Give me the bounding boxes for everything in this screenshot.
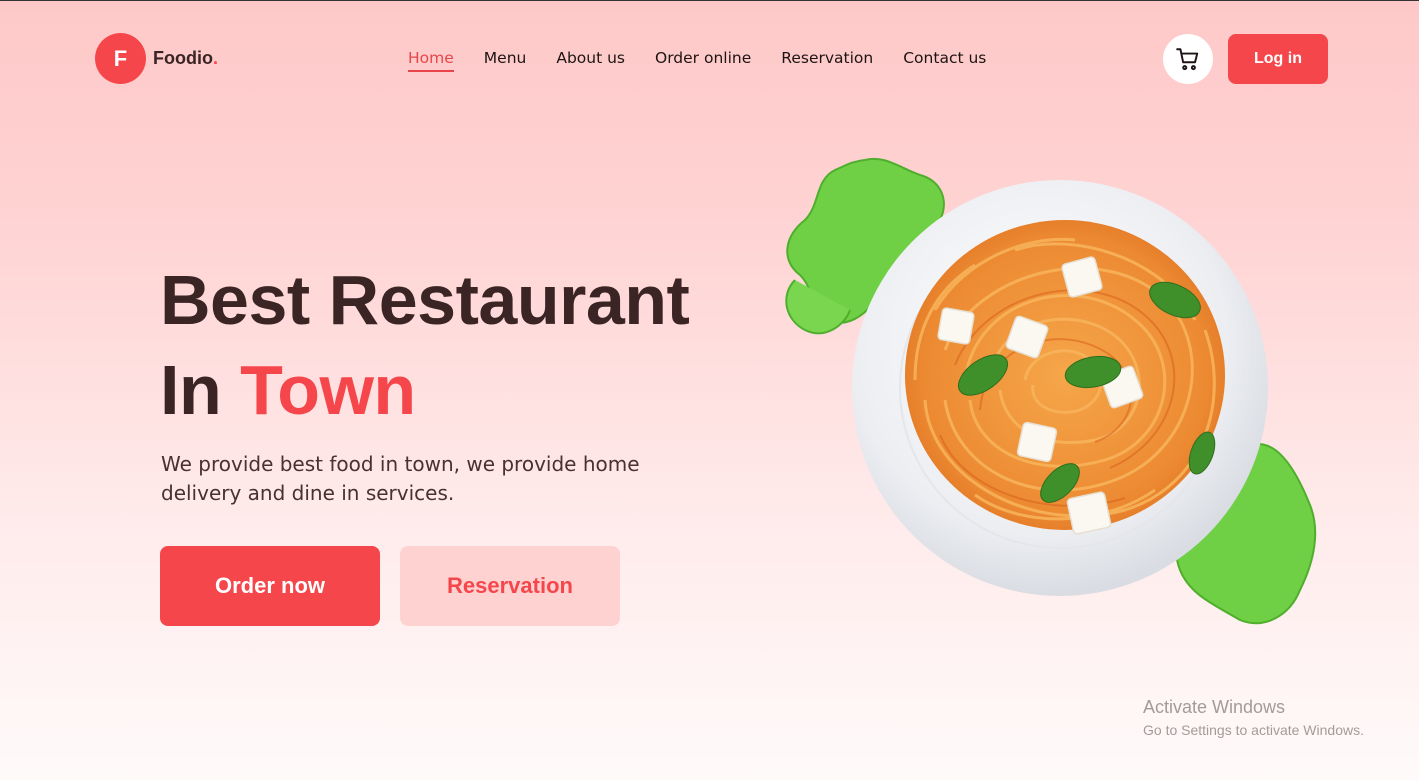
cart-button[interactable] xyxy=(1163,34,1213,84)
brand-name-text: Foodio xyxy=(153,48,213,68)
brand-name-dot: . xyxy=(212,48,218,68)
nav-item-menu[interactable]: Menu xyxy=(484,49,527,72)
hero-title-line2-prefix: In xyxy=(160,351,241,429)
nav-item-reservation[interactable]: Reservation xyxy=(781,49,873,72)
logo-badge: F xyxy=(95,33,146,84)
nav-item-order-online[interactable]: Order online xyxy=(655,49,751,72)
brand-name: Foodio. xyxy=(153,48,218,69)
window-top-border xyxy=(0,0,1419,1)
spaghetti-plate-image xyxy=(785,157,1317,625)
nav-item-about-us[interactable]: About us xyxy=(556,49,625,72)
nav-item-home[interactable]: Home xyxy=(408,49,454,72)
hero-title-accent: Town xyxy=(240,351,416,429)
hero-description: We provide best food in town, we provide… xyxy=(161,452,640,505)
watermark-subtitle: Go to Settings to activate Windows. xyxy=(1143,722,1364,738)
hero-title-line1: Best Restaurant xyxy=(160,261,690,339)
hero-title: Best Restaurant In Town xyxy=(160,255,690,435)
main-nav: Home Menu About us Order online Reservat… xyxy=(408,49,1016,72)
activate-windows-watermark: Activate Windows Go to Settings to activ… xyxy=(1143,697,1364,738)
cart-icon xyxy=(1176,48,1199,71)
order-now-button[interactable]: Order now xyxy=(160,546,380,626)
nav-item-contact-us[interactable]: Contact us xyxy=(903,49,986,72)
brand-logo[interactable]: F Foodio. xyxy=(95,33,218,84)
watermark-title: Activate Windows xyxy=(1143,697,1286,717)
login-button[interactable]: Log in xyxy=(1228,34,1328,84)
reservation-button[interactable]: Reservation xyxy=(400,546,620,626)
